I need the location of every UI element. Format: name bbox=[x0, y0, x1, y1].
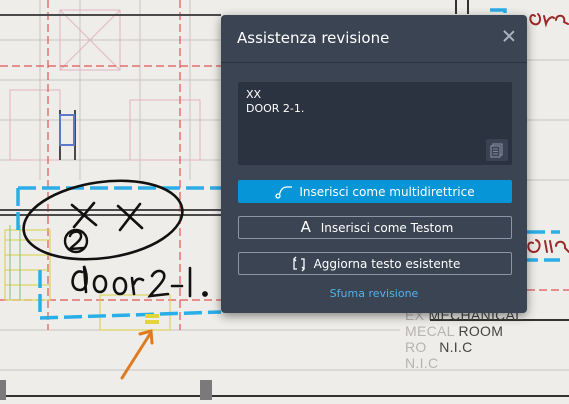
recognized-text-line-2: DOOR 2-1. bbox=[246, 102, 305, 115]
insert-mtext-label: Inserisci come Testom bbox=[320, 220, 454, 235]
insert-multileader-button[interactable]: Inserisci come multidirettrice bbox=[238, 180, 512, 203]
room-label-ghost-3: CAL bbox=[426, 323, 455, 339]
refresh-text-icon bbox=[290, 256, 308, 272]
room-label-line-2: ROOM bbox=[458, 323, 504, 339]
markup-assist-panel: Assistenza revisione XX DOOR 2-1. Inseri… bbox=[221, 15, 527, 313]
panel-title: Assistenza revisione bbox=[237, 29, 390, 47]
dismiss-markup-link[interactable]: Sfuma revisione bbox=[221, 287, 527, 300]
multileader-icon bbox=[275, 184, 293, 200]
recognized-text-field[interactable]: XX DOOR 2-1. bbox=[238, 82, 512, 165]
update-text-button[interactable]: Aggiorna testo esistente bbox=[238, 252, 512, 275]
room-label-ghost-4: RO bbox=[405, 339, 427, 355]
panel-header: Assistenza revisione bbox=[221, 15, 527, 63]
insert-multileader-label: Inserisci come multidirettrice bbox=[299, 184, 475, 199]
recognized-text-line-1: XX bbox=[246, 88, 262, 101]
room-label-ghost-5: N.I.C bbox=[405, 355, 439, 371]
update-text-label: Aggiorna testo esistente bbox=[313, 256, 461, 271]
room-label-line-3: N.I.C bbox=[439, 339, 473, 355]
close-icon[interactable] bbox=[501, 28, 517, 44]
room-label-ghost-2: ME bbox=[405, 323, 427, 339]
copy-icon[interactable] bbox=[486, 139, 508, 161]
text-a-icon: A bbox=[300, 218, 311, 236]
insert-mtext-button[interactable]: A Inserisci come Testom bbox=[238, 216, 512, 239]
room-label: EX MECHANICAL MECAL ROOM RO N.I.C N.I.C bbox=[405, 307, 523, 371]
